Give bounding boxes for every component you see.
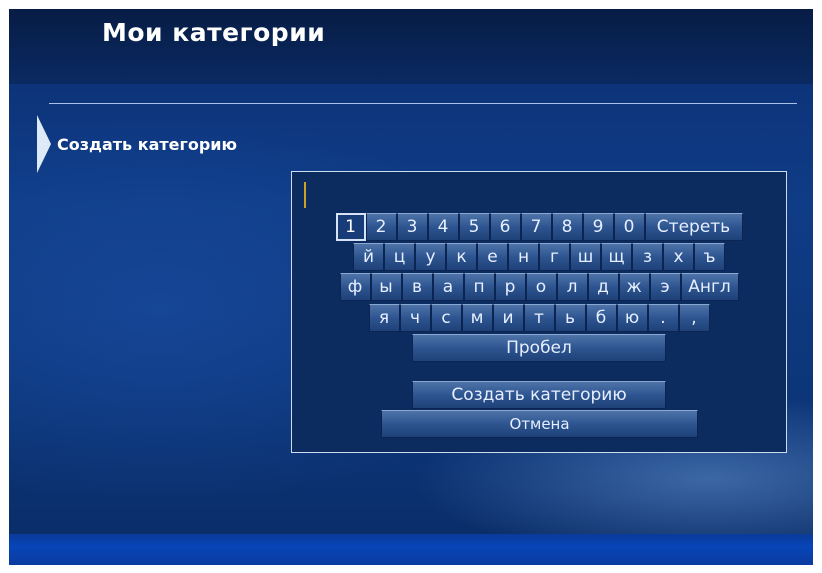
key-0-0[interactable]: 1 bbox=[335, 213, 366, 241]
key-3-5[interactable]: т bbox=[523, 304, 555, 332]
key-1-0[interactable]: й bbox=[353, 243, 384, 271]
key-2-10[interactable]: э bbox=[649, 273, 681, 301]
header-band: Мои категории bbox=[9, 9, 813, 84]
key-0-4[interactable]: 5 bbox=[458, 213, 490, 241]
key-0-6[interactable]: 7 bbox=[520, 213, 552, 241]
key-1-6[interactable]: г bbox=[539, 243, 570, 271]
keyboard-row-digits: 1 2 3 4 5 6 7 8 9 0 Стереть bbox=[292, 213, 786, 241]
key-1-7[interactable]: ш bbox=[570, 243, 601, 271]
key-0-10[interactable]: Стереть bbox=[644, 213, 743, 241]
key-2-6[interactable]: о bbox=[525, 273, 557, 301]
key-2-9[interactable]: ж bbox=[618, 273, 650, 301]
key-2-8[interactable]: д bbox=[587, 273, 619, 301]
cancel-button[interactable]: Отмена bbox=[381, 410, 698, 438]
key-2-5[interactable]: р bbox=[494, 273, 526, 301]
key-2-0[interactable]: ф bbox=[339, 273, 371, 301]
key-2-11[interactable]: Англ bbox=[680, 273, 739, 301]
keyboard-row-1: йцукенгшщзхъ bbox=[292, 243, 786, 271]
key-1-8[interactable]: щ bbox=[601, 243, 632, 271]
create-category-button[interactable]: Создать категорию bbox=[412, 381, 666, 409]
key-3-10[interactable]: , bbox=[678, 304, 710, 332]
key-1-10[interactable]: х bbox=[663, 243, 694, 271]
text-cursor bbox=[304, 182, 306, 208]
key-1-11[interactable]: ъ bbox=[694, 243, 725, 271]
key-0-9[interactable]: 0 bbox=[613, 213, 645, 241]
key-2-2[interactable]: в bbox=[401, 273, 433, 301]
page-title: Мои категории bbox=[102, 18, 326, 47]
key-3-6[interactable]: ь bbox=[554, 304, 586, 332]
key-1-2[interactable]: у bbox=[415, 243, 446, 271]
key-2-3[interactable]: а bbox=[432, 273, 464, 301]
key-3-0[interactable]: я bbox=[368, 304, 400, 332]
key-1-5[interactable]: н bbox=[508, 243, 539, 271]
keyboard-row-3: ячсмитьбю., bbox=[292, 304, 786, 332]
key-1-4[interactable]: е bbox=[477, 243, 508, 271]
key-0-5[interactable]: 6 bbox=[489, 213, 521, 241]
key-3-9[interactable]: . bbox=[647, 304, 679, 332]
category-name-dialog: 1 2 3 4 5 6 7 8 9 0 Стереть йцукенгшщзхъ фывапролд… bbox=[291, 171, 787, 453]
key-3-7[interactable]: б bbox=[585, 304, 617, 332]
key-2-7[interactable]: л bbox=[556, 273, 588, 301]
key-0-2[interactable]: 3 bbox=[396, 213, 428, 241]
key-1-3[interactable]: к bbox=[446, 243, 477, 271]
key-3-2[interactable]: с bbox=[430, 304, 462, 332]
bottom-band bbox=[9, 534, 813, 565]
key-3-8[interactable]: ю bbox=[616, 304, 648, 332]
key-0-7[interactable]: 8 bbox=[551, 213, 583, 241]
section-title: Создать категорию bbox=[57, 135, 238, 154]
key-2-1[interactable]: ы bbox=[370, 273, 402, 301]
section-arrow-icon bbox=[37, 115, 51, 173]
key-0-3[interactable]: 4 bbox=[427, 213, 459, 241]
media-center-screen: Мои категории Создать категорию 12345678… bbox=[9, 9, 813, 565]
key-3-1[interactable]: ч bbox=[399, 304, 431, 332]
key-0-8[interactable]: 9 bbox=[582, 213, 614, 241]
divider bbox=[49, 103, 797, 104]
space-key[interactable]: Пробел bbox=[412, 334, 666, 362]
key-3-4[interactable]: и bbox=[492, 304, 524, 332]
keyboard-row-2: ф ы в а п р о л д ж э Англ bbox=[292, 273, 786, 301]
key-1-1[interactable]: ц bbox=[384, 243, 415, 271]
key-2-4[interactable]: п bbox=[463, 273, 495, 301]
key-3-3[interactable]: м bbox=[461, 304, 493, 332]
key-0-1[interactable]: 2 bbox=[365, 213, 397, 241]
key-1-9[interactable]: з bbox=[632, 243, 663, 271]
